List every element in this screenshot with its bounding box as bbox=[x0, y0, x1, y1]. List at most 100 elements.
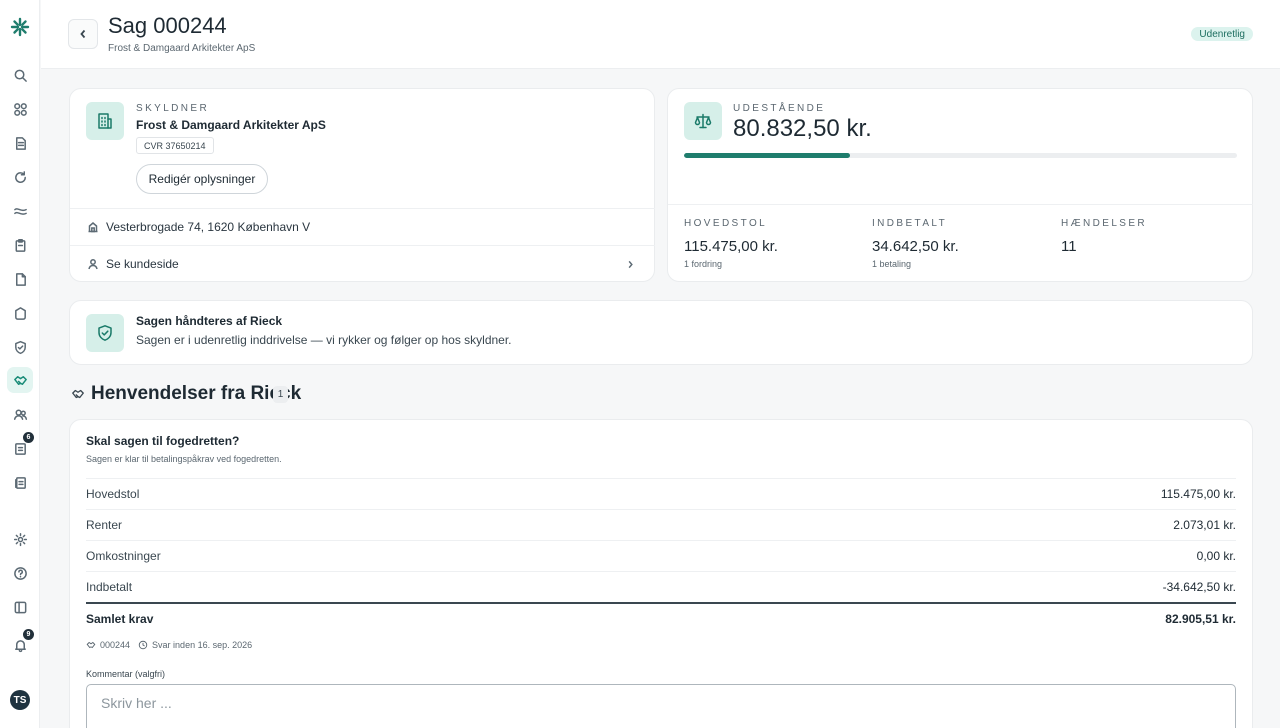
inquiries-title: Henvendelser fra Rieck bbox=[91, 383, 302, 404]
claim-line-amount: 115.475,00 kr. bbox=[1160, 487, 1236, 501]
sidebar-item-search[interactable] bbox=[7, 62, 33, 88]
sidebar-item-dashboard[interactable] bbox=[7, 96, 33, 122]
case-reference-text: 000244 bbox=[100, 640, 131, 650]
shield-check-icon bbox=[98, 325, 112, 341]
claim-line-principal: Hovedstol 115.475,00 kr. bbox=[86, 478, 1236, 509]
sidebar-item-customers[interactable] bbox=[7, 401, 33, 427]
case-reference: 000244 bbox=[86, 640, 130, 650]
chevron-left-icon bbox=[80, 29, 86, 39]
stat-value: 11 bbox=[1061, 238, 1077, 255]
response-deadline: Svar inden 16. sep. 2026 bbox=[138, 640, 252, 650]
stat-events: HÆNDELSER 11 bbox=[1061, 218, 1147, 259]
handshake-icon bbox=[13, 375, 27, 385]
page-title: Sag 000244 bbox=[108, 13, 227, 38]
user-icon bbox=[88, 259, 98, 270]
payment-progress-fill bbox=[684, 153, 850, 158]
sidebar-item-notifications[interactable]: 9 bbox=[7, 629, 34, 658]
claim-line-amount: -34.642,50 kr. bbox=[1162, 580, 1236, 594]
sidebar-item-subscriptions[interactable] bbox=[7, 164, 33, 190]
grid-icon bbox=[13, 102, 27, 116]
comment-label: Kommentar (valgfri) bbox=[86, 669, 166, 679]
sidebar-item-cases[interactable] bbox=[7, 367, 33, 393]
chevron-right-icon bbox=[628, 260, 633, 268]
inquiry-subtitle: Sagen er klar til betalingspåkrav ved fo… bbox=[86, 454, 282, 464]
wallet-icon bbox=[14, 306, 26, 320]
help-icon bbox=[13, 566, 27, 580]
sidebar-item-tasks[interactable] bbox=[7, 232, 33, 258]
handled-description: Sagen er i udenretlig inddrivelse — vi r… bbox=[136, 333, 512, 347]
avatar[interactable]: TS bbox=[10, 690, 30, 710]
page-header: Sag 000244 Frost & Damgaard Arkitekter A… bbox=[41, 0, 1280, 69]
gear-icon bbox=[13, 532, 27, 546]
claim-line-amount: 0,00 kr. bbox=[1196, 549, 1236, 563]
bell-icon bbox=[14, 639, 26, 652]
customer-page-link[interactable]: Se kundeside bbox=[70, 245, 655, 282]
clipboard-icon bbox=[15, 238, 25, 252]
sidebar-item-flows[interactable] bbox=[7, 198, 33, 224]
location-icon bbox=[88, 222, 98, 233]
sidebar-item-security[interactable] bbox=[7, 334, 33, 360]
status-badge: Udenretlig bbox=[1191, 27, 1253, 41]
claim-line-paid: Indbetalt -34.642,50 kr. bbox=[86, 571, 1236, 602]
sidebar: 6 9 TS bbox=[0, 0, 40, 728]
handled-icon-tile bbox=[86, 314, 124, 352]
sidebar-item-inbox[interactable]: 6 bbox=[7, 432, 34, 461]
inquiry-meta: 000244 Svar inden 16. sep. 2026 bbox=[86, 640, 260, 650]
outstanding-label: UDESTÅENDE bbox=[733, 103, 826, 114]
handled-title: Sagen håndteres af Rieck bbox=[136, 314, 283, 328]
document-icon bbox=[15, 272, 26, 286]
claim-total-amount: 82.905,51 kr. bbox=[1165, 612, 1236, 626]
debtor-label: SKYLDNER bbox=[136, 103, 210, 114]
sidebar-item-help[interactable] bbox=[7, 560, 33, 586]
search-icon bbox=[14, 69, 27, 82]
address-row: Vesterbrogade 74, 1620 København V bbox=[70, 208, 655, 245]
stat-sub: 1 betaling bbox=[872, 259, 912, 269]
clock-icon bbox=[138, 640, 148, 650]
inquiry-card: Skal sagen til fogedretten? Sagen er kla… bbox=[69, 419, 1253, 728]
payment-progress-bar bbox=[684, 153, 1237, 158]
customer-page-label: Se kundeside bbox=[106, 257, 179, 271]
outstanding-card: UDESTÅENDE 80.832,50 kr. HOVEDSTOL 115.4… bbox=[667, 88, 1253, 282]
claim-total: Samlet krav 82.905,51 kr. bbox=[86, 602, 1236, 634]
outstanding-stats: HOVEDSTOL 115.475,00 kr. 1 fordring INDB… bbox=[668, 204, 1253, 282]
inbox-badge: 6 bbox=[23, 432, 34, 443]
refresh-icon bbox=[14, 170, 26, 183]
sidebar-item-collapse[interactable] bbox=[7, 594, 33, 620]
stat-value: 115.475,00 kr. bbox=[684, 238, 778, 255]
cvr-chip: CVR 37650214 bbox=[136, 137, 214, 154]
sidebar-item-settings[interactable] bbox=[7, 526, 33, 552]
users-icon bbox=[13, 409, 27, 420]
debtor-card: SKYLDNER Frost & Damgaard Arkitekter ApS… bbox=[69, 88, 655, 282]
sidebar-toggle-icon bbox=[14, 601, 26, 613]
claim-line-label: Renter bbox=[86, 518, 123, 532]
debtor-icon-tile bbox=[86, 102, 124, 140]
claim-line-label: Omkostninger bbox=[86, 549, 161, 563]
building-icon bbox=[98, 113, 112, 129]
stat-value: 34.642,50 kr. bbox=[872, 238, 959, 255]
comment-input[interactable] bbox=[86, 684, 1236, 728]
stat-paid: INDBETALT 34.642,50 kr. 1 betaling bbox=[872, 218, 959, 269]
claim-line-label: Indbetalt bbox=[86, 580, 133, 594]
handshake-icon bbox=[86, 641, 96, 649]
sidebar-item-reports[interactable] bbox=[7, 469, 33, 495]
handshake-icon bbox=[72, 389, 84, 399]
back-button[interactable] bbox=[68, 19, 98, 49]
inquiries-count: 1 bbox=[273, 386, 288, 403]
notification-badge: 9 bbox=[23, 629, 34, 640]
logo-icon[interactable] bbox=[10, 17, 30, 37]
reports-icon bbox=[14, 476, 26, 489]
stat-label: HÆNDELSER bbox=[1061, 218, 1148, 229]
outstanding-icon-tile bbox=[684, 102, 722, 140]
sidebar-item-invoices[interactable] bbox=[7, 130, 33, 156]
edit-info-button[interactable]: Redigér oplysninger bbox=[136, 164, 268, 194]
claim-line-interest: Renter 2.073,01 kr. bbox=[86, 509, 1236, 540]
sidebar-item-documents[interactable] bbox=[7, 266, 33, 292]
claim-breakdown: Hovedstol 115.475,00 kr. Renter 2.073,01… bbox=[86, 478, 1236, 634]
handled-by-card: Sagen håndteres af Rieck Sagen er i uden… bbox=[69, 300, 1253, 365]
sidebar-item-payments[interactable] bbox=[7, 300, 33, 326]
scale-icon bbox=[694, 113, 712, 129]
claim-total-label: Samlet krav bbox=[86, 612, 154, 626]
debtor-name: Frost & Damgaard Arkitekter ApS bbox=[136, 118, 326, 132]
stat-label: INDBETALT bbox=[872, 218, 948, 229]
claim-line-costs: Omkostninger 0,00 kr. bbox=[86, 540, 1236, 571]
